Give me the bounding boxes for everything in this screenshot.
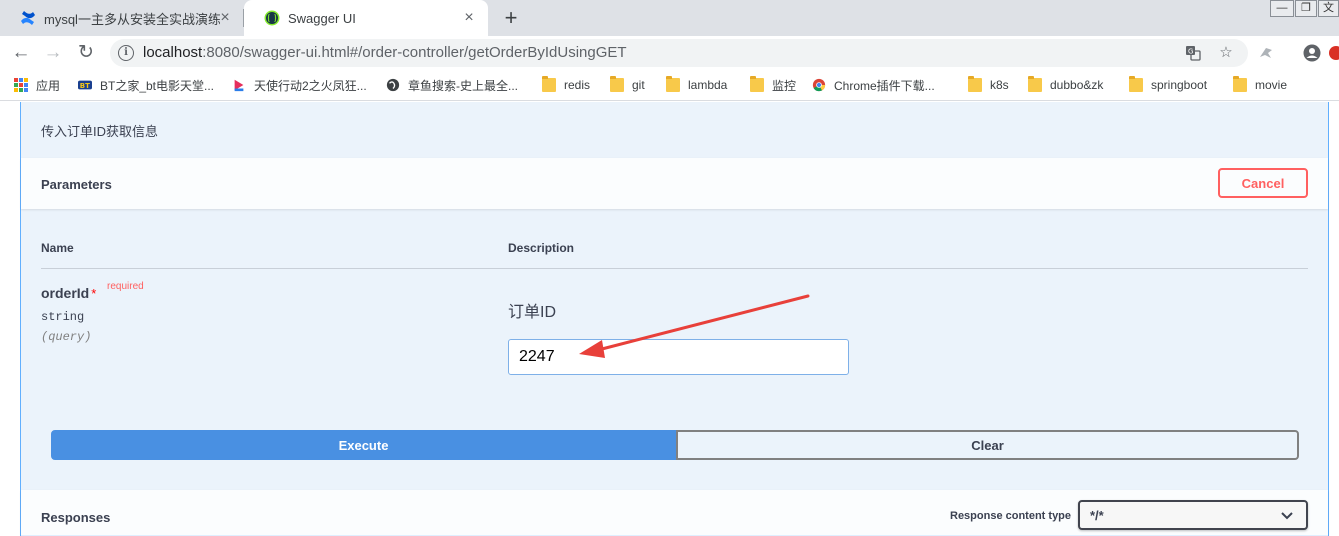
browser-toolbar: ← → ↻ i localhost:8080/swagger-ui.html#/… bbox=[0, 36, 1339, 69]
bookmark-bt[interactable]: BT BT之家_bt电影天堂... bbox=[78, 76, 214, 94]
bookmark-star-icon[interactable]: ☆ bbox=[1216, 43, 1236, 63]
column-header-name: Name bbox=[41, 241, 74, 255]
table-divider bbox=[41, 268, 1308, 269]
bookmark-movie[interactable]: movie bbox=[1233, 76, 1287, 94]
bookmark-lambda[interactable]: lambda bbox=[666, 76, 727, 94]
tab-close-icon[interactable]: × bbox=[460, 9, 478, 27]
tab-title: Swagger UI bbox=[288, 10, 356, 26]
bookmark-search[interactable]: 章鱼搜索-史上最全... bbox=[386, 76, 518, 94]
operation-description: 传入订单ID获取信息 bbox=[41, 124, 159, 139]
bookmarks-bar: 应用 BT BT之家_bt电影天堂... 天使行动2之火凤狂... 章鱼搜索-史… bbox=[0, 69, 1339, 101]
folder-icon bbox=[1129, 76, 1143, 92]
response-content-type-select[interactable]: */* bbox=[1078, 500, 1308, 530]
response-content-type-label: Response content type bbox=[950, 510, 1072, 522]
responses-title: Responses bbox=[41, 510, 111, 525]
url-text[interactable]: localhost:8080/swagger-ui.html#/order-co… bbox=[143, 44, 627, 61]
minimize-button[interactable]: — bbox=[1270, 0, 1294, 17]
tab-title: mysql一主多从安装全实战演练 - bbox=[44, 11, 220, 27]
extension-red-icon[interactable] bbox=[1328, 42, 1339, 64]
folder-icon bbox=[666, 76, 680, 92]
folder-icon bbox=[610, 76, 624, 92]
video-icon bbox=[234, 79, 244, 92]
tab-mysql[interactable]: mysql一主多从安装全实战演练 - × bbox=[0, 0, 244, 36]
svg-text:G: G bbox=[1188, 48, 1193, 56]
bookmark-springboot[interactable]: springboot bbox=[1129, 76, 1207, 94]
bookmark-video[interactable]: 天使行动2之火凤狂... bbox=[232, 76, 367, 94]
bookmark-apps[interactable]: 应用 bbox=[14, 76, 60, 94]
tab-swagger[interactable]: Swagger UI × bbox=[244, 0, 488, 36]
param-name: orderId * bbox=[41, 285, 97, 301]
parameters-title: Parameters bbox=[41, 177, 112, 192]
folder-icon bbox=[1233, 76, 1247, 92]
chrome-icon bbox=[812, 78, 826, 92]
column-header-description: Description bbox=[508, 241, 575, 255]
param-description: 订单ID bbox=[508, 304, 557, 321]
apps-icon bbox=[14, 78, 28, 92]
close-window-button[interactable]: 文 bbox=[1318, 0, 1339, 17]
execute-button[interactable]: Execute bbox=[51, 430, 676, 460]
selected-content-type: */* bbox=[1090, 508, 1104, 523]
param-type: string bbox=[41, 310, 85, 324]
folder-icon bbox=[542, 76, 556, 92]
extension-bird-icon[interactable] bbox=[1255, 42, 1277, 64]
globe-icon bbox=[386, 78, 400, 92]
parameters-header: Parameters Cancel bbox=[21, 158, 1328, 209]
bt-icon: BT bbox=[78, 80, 92, 90]
operation-block: 传入订单ID获取信息 Parameters Cancel Name Descri… bbox=[20, 102, 1329, 536]
site-info-icon[interactable]: i bbox=[118, 45, 134, 61]
swagger-icon bbox=[264, 10, 280, 26]
required-star: * bbox=[91, 286, 97, 301]
tab-close-icon[interactable]: × bbox=[216, 9, 234, 27]
bookmark-redis[interactable]: redis bbox=[542, 76, 590, 94]
confluence-icon bbox=[21, 11, 35, 25]
chevron-down-icon bbox=[1281, 512, 1293, 520]
bookmark-dubbo[interactable]: dubbo&zk bbox=[1028, 76, 1103, 94]
browser-tab-strip: mysql一主多从安装全实战演练 - × Swagger UI × + — ❐ … bbox=[0, 0, 1339, 36]
responses-header: Responses Response content type */* bbox=[21, 490, 1328, 536]
folder-icon bbox=[1028, 76, 1042, 92]
restore-button[interactable]: ❐ bbox=[1295, 0, 1317, 17]
bookmark-chrome-plugins[interactable]: Chrome插件下载... bbox=[812, 76, 935, 94]
param-location: (query) bbox=[41, 330, 92, 344]
folder-icon bbox=[968, 76, 982, 92]
bookmark-k8s[interactable]: k8s bbox=[968, 76, 1009, 94]
page-content: 传入订单ID获取信息 Parameters Cancel Name Descri… bbox=[0, 102, 1339, 536]
forward-arrow-icon[interactable]: → bbox=[40, 40, 66, 66]
new-tab-plus-icon[interactable]: + bbox=[498, 5, 524, 31]
address-bar[interactable]: i localhost:8080/swagger-ui.html#/order-… bbox=[110, 39, 1248, 67]
profile-avatar-icon[interactable] bbox=[1301, 42, 1323, 64]
required-label: required bbox=[107, 281, 144, 292]
back-arrow-icon[interactable]: ← bbox=[8, 40, 34, 66]
execute-wrapper: Execute Clear bbox=[51, 430, 1299, 460]
bookmark-monitor[interactable]: 监控 bbox=[750, 76, 796, 94]
order-id-input[interactable] bbox=[508, 339, 849, 375]
bookmark-git[interactable]: git bbox=[610, 76, 645, 94]
reload-icon[interactable]: ↻ bbox=[73, 40, 99, 66]
translate-icon[interactable]: G bbox=[1183, 43, 1203, 63]
svg-text:BT: BT bbox=[80, 82, 90, 90]
folder-icon bbox=[750, 76, 764, 92]
cancel-button[interactable]: Cancel bbox=[1218, 168, 1308, 198]
clear-button[interactable]: Clear bbox=[676, 430, 1299, 460]
